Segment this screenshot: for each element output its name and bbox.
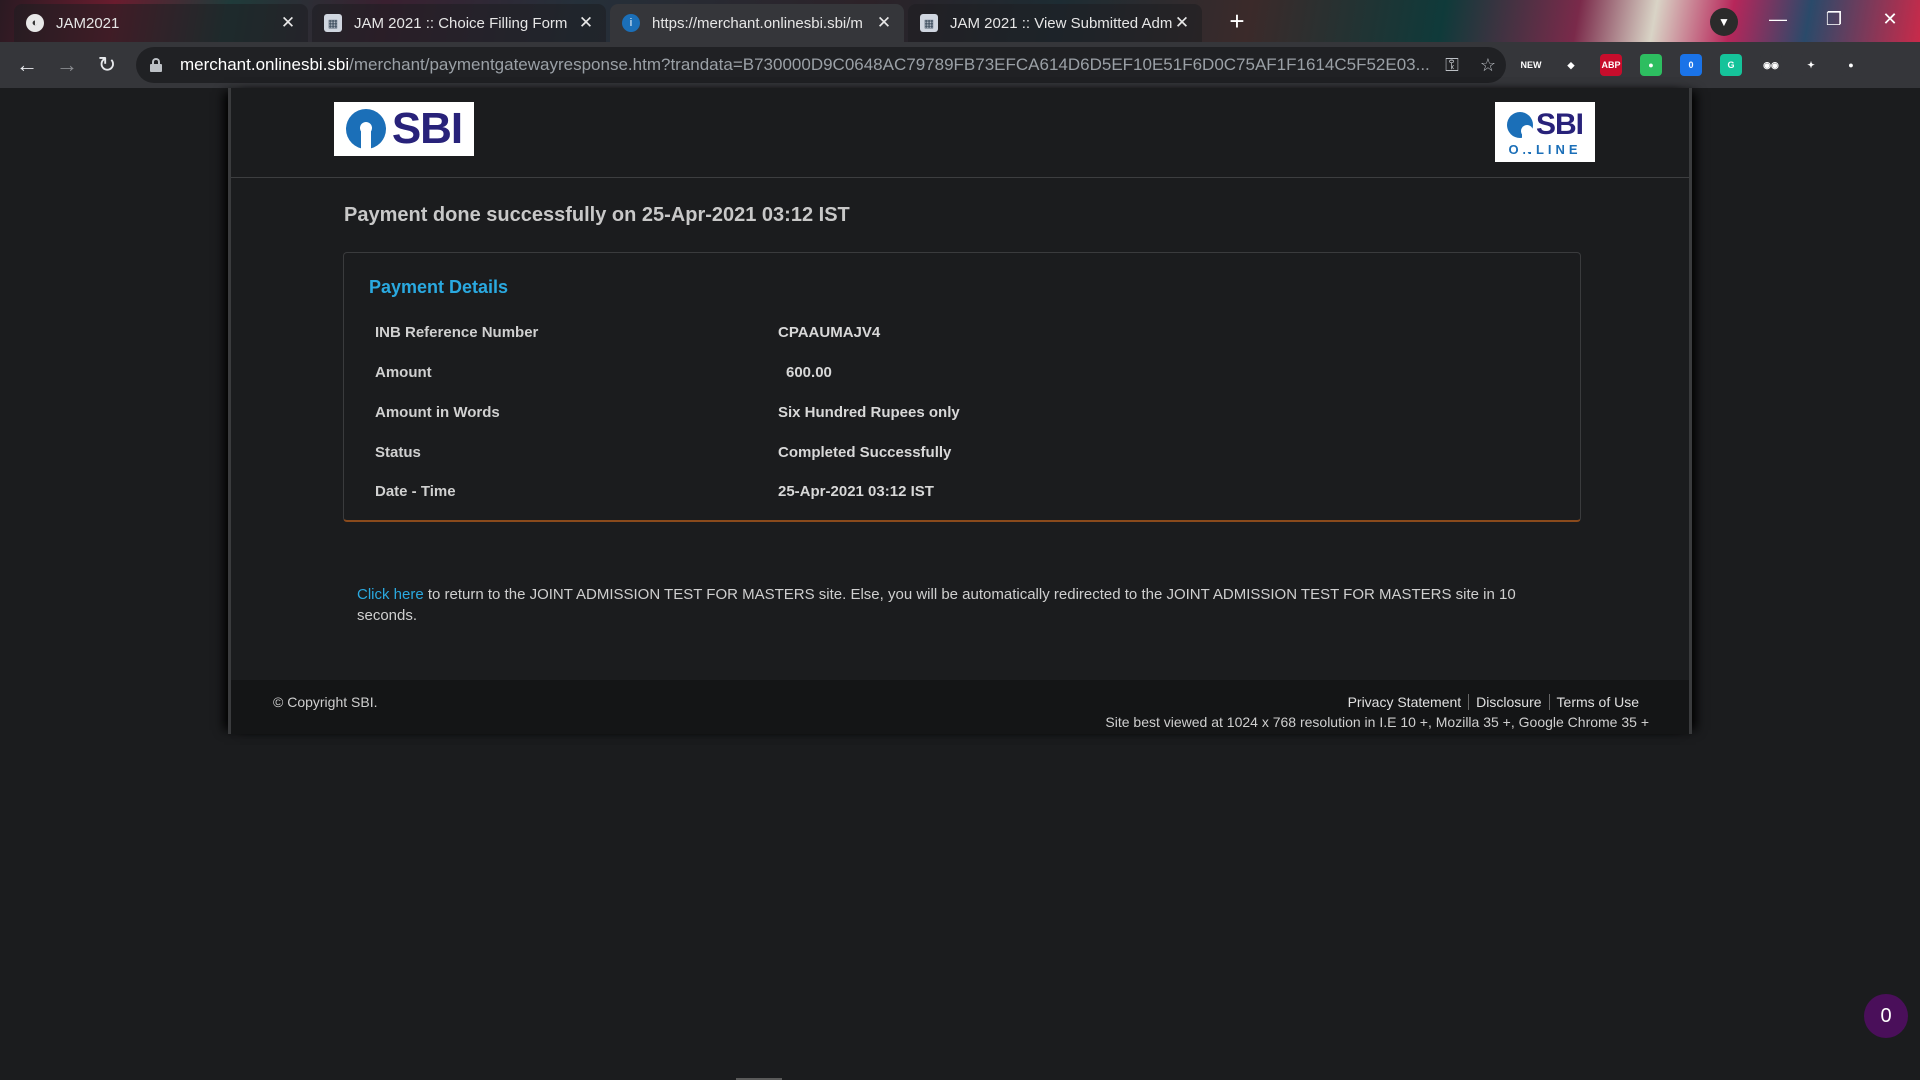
close-icon[interactable]: ✕: [874, 13, 894, 33]
notification-badge[interactable]: 0: [1864, 994, 1908, 1038]
jam-logo-icon: ▦: [920, 14, 938, 32]
browser-toolbar: ← → ↻ merchant.onlinesbi.sbi/merchant/pa…: [0, 42, 1920, 88]
back-arrow-icon[interactable]: ←: [12, 50, 42, 80]
sbi-icon: i: [622, 14, 640, 32]
tab-view-submitted[interactable]: ▦ JAM 2021 :: View Submitted Adm ✕: [908, 4, 1202, 42]
star-icon[interactable]: ☆: [1470, 55, 1506, 76]
extension-badge-icon[interactable]: 0: [1680, 54, 1702, 76]
detail-value: 25-Apr-2021 03:12 IST: [778, 483, 934, 500]
adblock-plus-icon[interactable]: ABP: [1600, 54, 1622, 76]
extensions-puzzle-icon[interactable]: ✦: [1800, 54, 1822, 76]
tab-title: JAM 2021 :: View Submitted Adm: [950, 14, 1172, 32]
detail-value: Six Hundred Rupees only: [778, 404, 960, 421]
globe-icon: ◐: [26, 14, 44, 32]
close-icon[interactable]: ✕: [278, 13, 298, 33]
detail-label: Date - Time: [375, 483, 456, 500]
detail-label: Amount: [375, 364, 432, 381]
terms-of-use-link[interactable]: Terms of Use: [1557, 694, 1639, 710]
sbi-mark-icon: [1506, 111, 1533, 152]
new-tab-button[interactable]: +: [1222, 8, 1252, 36]
minimize-icon[interactable]: —: [1750, 0, 1806, 38]
sbi-mark-icon: [345, 109, 386, 149]
jam-logo-icon: ▦: [324, 14, 342, 32]
grammarly-icon[interactable]: G: [1720, 54, 1742, 76]
lock-icon[interactable]: [150, 58, 162, 72]
payment-details-title: Payment Details: [369, 277, 509, 297]
detail-value: 600.00: [786, 364, 832, 381]
redirect-notice: Click here to return to the JOINT ADMISS…: [357, 584, 1557, 626]
url-text[interactable]: merchant.onlinesbi.sbi/merchant/paymentg…: [180, 55, 1434, 75]
tab-sbi-merchant[interactable]: i https://merchant.onlinesbi.sbi/m ✕: [610, 4, 904, 42]
tab-strip: ◐ JAM2021 ✕ ▦ JAM 2021 :: Choice Filling…: [0, 0, 1920, 42]
tab-jam2021[interactable]: ◐ JAM2021 ✕: [14, 4, 308, 42]
divider: [1548, 694, 1550, 710]
detail-label: INB Reference Number: [375, 324, 539, 341]
chevron-down-icon[interactable]: ▼: [1710, 8, 1738, 36]
spy-extension-icon[interactable]: ◉◉: [1760, 54, 1782, 76]
close-icon[interactable]: ✕: [1172, 13, 1192, 33]
evernote-icon[interactable]: ●: [1640, 54, 1662, 76]
key-icon[interactable]: ⚿: [1434, 55, 1470, 76]
reload-icon[interactable]: ↻: [92, 50, 122, 80]
divider: [1468, 694, 1470, 710]
close-icon[interactable]: ✕: [576, 13, 596, 33]
click-here-link[interactable]: Click here: [357, 586, 424, 603]
diamond-extension-icon[interactable]: ◆: [1560, 54, 1582, 76]
redirect-text: to return to the JOINT ADMISSION TEST FO…: [357, 586, 1516, 624]
new-extension-icon[interactable]: NEW: [1520, 54, 1542, 76]
close-window-icon[interactable]: ✕: [1862, 0, 1918, 38]
copyright-text: © Copyright SBI.: [273, 694, 378, 710]
detail-label: Status: [375, 444, 421, 461]
page-viewport: SBI SBI ONLINE Payment done successfully…: [0, 88, 1920, 1080]
payment-details-panel: Payment Details INB Reference Number CPA…: [343, 252, 1581, 522]
detail-value: Completed Successfully: [778, 444, 952, 461]
detail-value: CPAAUMAJV4: [778, 324, 881, 341]
privacy-statement-link[interactable]: Privacy Statement: [1348, 694, 1462, 710]
forward-arrow-icon[interactable]: →: [52, 50, 82, 80]
best-viewed-note: Site best viewed at 1024 x 768 resolutio…: [1105, 714, 1649, 730]
profile-icon[interactable]: ●: [1840, 54, 1862, 76]
tab-title: JAM 2021 :: Choice Filling Form: [354, 14, 568, 32]
footer-links: Privacy Statement Disclosure Terms of Us…: [1348, 694, 1639, 710]
page-container: SBI SBI ONLINE Payment done successfully…: [228, 88, 1692, 734]
tab-title: https://merchant.onlinesbi.sbi/m: [652, 14, 863, 32]
page-title: Payment done successfully on 25-Apr-2021…: [344, 204, 850, 226]
sbi-online-logo[interactable]: SBI ONLINE: [1495, 102, 1595, 162]
restore-icon[interactable]: ❐: [1806, 0, 1862, 38]
sbi-logo[interactable]: SBI: [334, 102, 474, 156]
page-footer: © Copyright SBI. Privacy Statement Discl…: [231, 680, 1689, 734]
tab-title: JAM2021: [56, 14, 120, 32]
tab-choice-filling[interactable]: ▦ JAM 2021 :: Choice Filling Form ✕: [312, 4, 606, 42]
disclosure-link[interactable]: Disclosure: [1476, 694, 1541, 710]
address-bar[interactable]: merchant.onlinesbi.sbi/merchant/paymentg…: [136, 47, 1506, 83]
detail-label: Amount in Words: [375, 404, 500, 421]
page-header: SBI SBI ONLINE: [231, 88, 1689, 178]
